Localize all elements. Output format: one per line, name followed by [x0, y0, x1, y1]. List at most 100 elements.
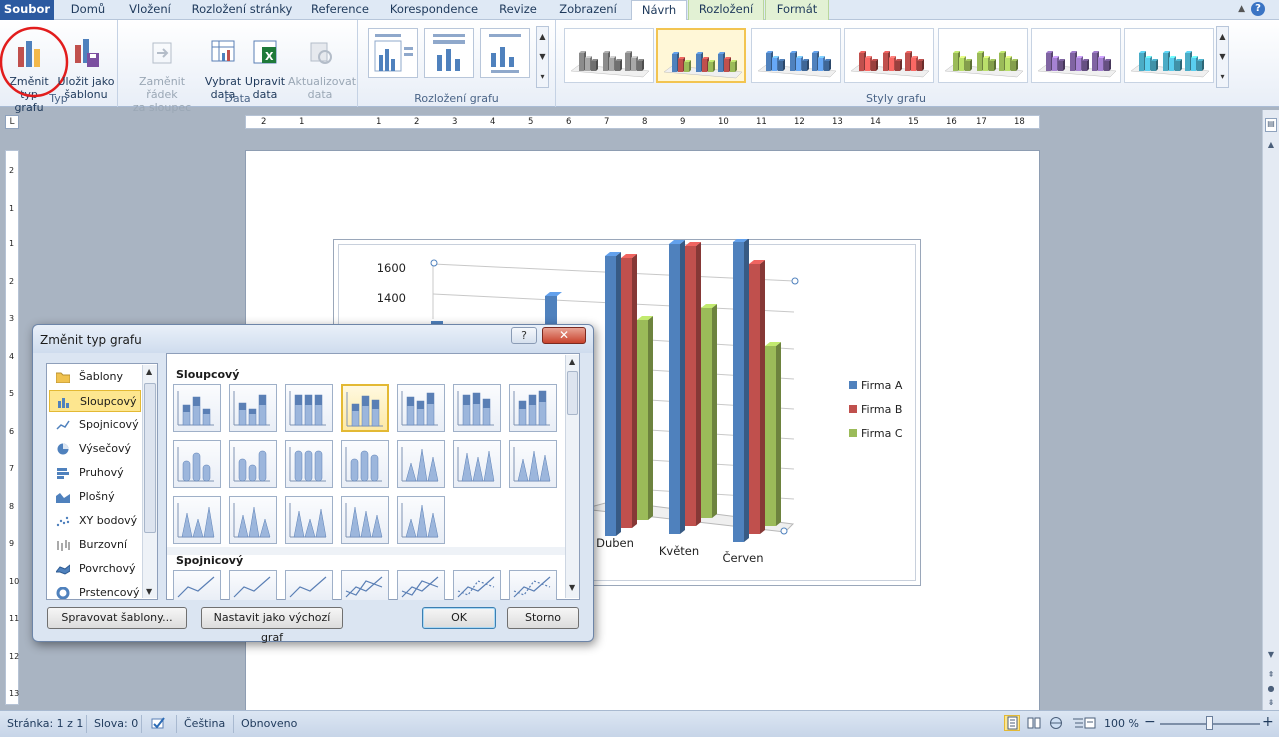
vertical-scrollbar[interactable]: ▤ ▲ ▼ ⇞ ● ⇟ [1262, 110, 1279, 710]
chart-type-list-scrollbar[interactable]: ▲ ▼ [142, 365, 157, 598]
zoom-slider-thumb[interactable] [1206, 716, 1213, 730]
tab-home[interactable]: Domů [60, 0, 116, 20]
save-as-template-button[interactable]: Uložit jako šablonu [56, 22, 116, 101]
gallery-down-icon[interactable]: ▼ [537, 47, 548, 67]
line-subtype-6[interactable] [453, 570, 501, 600]
chart-subtype-1[interactable] [173, 384, 221, 432]
refresh-data-button[interactable]: Aktualizovat data [288, 22, 356, 101]
scroll-up-icon[interactable]: ▲ [1265, 140, 1277, 154]
dialog-close-button[interactable]: ✕ [542, 327, 586, 344]
chart-bar[interactable] [733, 242, 744, 542]
set-default-chart-button[interactable]: Nastavit jako výchozí graf [201, 607, 343, 644]
chart-style-5[interactable] [938, 28, 1028, 83]
chart-subtype-16[interactable] [229, 496, 277, 544]
ok-button[interactable]: OK [422, 607, 496, 629]
ruler-toggle-icon[interactable]: ▤ [1265, 118, 1277, 132]
chart-selection-handle[interactable] [430, 259, 438, 267]
line-subtype-7[interactable] [509, 570, 557, 600]
chart-subtype-3[interactable] [285, 384, 333, 432]
tab-file[interactable]: Soubor [0, 0, 54, 20]
chart-type-surface[interactable]: Povrchový [49, 558, 141, 580]
vertical-ruler[interactable]: 2 1 1 2 3 4 5 6 7 8 9 10 11 12 13 [5, 150, 19, 705]
page-count[interactable]: Stránka: 1 z 1 [7, 717, 83, 730]
dialog-titlebar[interactable]: Změnit typ grafu ? ✕ [33, 325, 593, 353]
gallery-more-icon[interactable]: ▾ [537, 67, 548, 87]
chart-type-area[interactable]: Plošný [49, 486, 141, 508]
print-layout-view-icon[interactable] [1004, 715, 1020, 731]
tab-mailings[interactable]: Korespondence [382, 0, 486, 20]
chart-subtype-15[interactable] [173, 496, 221, 544]
chart-type-templates[interactable]: Šablony [49, 366, 141, 388]
proofing-icon[interactable] [150, 716, 168, 732]
chart-selection-handle[interactable] [791, 277, 799, 285]
dialog-help-button[interactable]: ? [511, 327, 537, 344]
chart-subtype-19[interactable] [397, 496, 445, 544]
chart-layout-1[interactable] [368, 28, 418, 78]
line-subtype-4[interactable] [341, 570, 389, 600]
scroll-thumb[interactable] [567, 371, 578, 415]
browse-object-icon[interactable]: ● [1265, 684, 1277, 698]
chart-bar[interactable] [685, 246, 696, 526]
gallery-up-icon[interactable]: ▲ [1217, 27, 1228, 47]
chart-type-stock[interactable]: Burzovní [49, 534, 141, 556]
chart-subtype-2[interactable] [229, 384, 277, 432]
zoom-in-button[interactable]: + [1262, 714, 1274, 730]
chart-bar[interactable] [765, 346, 776, 526]
web-layout-view-icon[interactable] [1048, 715, 1064, 731]
chart-layout-3[interactable] [480, 28, 530, 78]
chart-subtype-17[interactable] [285, 496, 333, 544]
chart-bar[interactable] [605, 256, 616, 536]
tab-page-layout[interactable]: Rozložení stránky [186, 0, 298, 20]
chart-type-column[interactable]: Sloupcový [49, 390, 141, 412]
chart-selection-handle[interactable] [780, 527, 788, 535]
manage-templates-button[interactable]: Spravovat šablony... [47, 607, 187, 629]
scroll-up-icon[interactable]: ▲ [146, 367, 152, 376]
tab-view[interactable]: Zobrazení [550, 0, 626, 20]
chart-type-pie[interactable]: Výsečový [49, 438, 141, 460]
chart-style-1[interactable] [564, 28, 654, 83]
chart-style-3[interactable] [751, 28, 841, 83]
tab-format[interactable]: Formát [765, 0, 829, 20]
edit-data-button[interactable]: X Upravit data [244, 22, 286, 101]
chart-style-6[interactable] [1031, 28, 1121, 83]
line-subtype-5[interactable] [397, 570, 445, 600]
chart-type-xy-scatter[interactable]: XY bodový [49, 510, 141, 532]
chart-bar[interactable] [701, 308, 712, 518]
tab-review[interactable]: Revize [492, 0, 544, 20]
chart-subtype-9[interactable] [229, 440, 277, 488]
horizontal-ruler[interactable]: 2 1 1 2 3 4 5 6 7 8 9 10 11 12 13 14 15 16 17 18 [245, 115, 1040, 129]
line-subtype-3[interactable] [285, 570, 333, 600]
gallery-more-icon[interactable]: ▾ [1217, 67, 1228, 87]
language-indicator[interactable]: Čeština [184, 717, 225, 730]
tab-layout[interactable]: Rozložení [688, 0, 764, 20]
tab-references[interactable]: Reference [304, 0, 376, 20]
tab-design[interactable]: Návrh [631, 0, 687, 21]
chart-subtype-18[interactable] [341, 496, 389, 544]
chart-subtype-4[interactable] [341, 384, 389, 432]
draft-view-icon[interactable] [1082, 715, 1098, 731]
chart-style-7[interactable] [1124, 28, 1214, 83]
chart-subtype-12[interactable] [397, 440, 445, 488]
chart-type-doughnut[interactable]: Prstencový [49, 582, 141, 604]
chart-subtype-gallery-scrollbar[interactable]: ▲ ▼ [565, 355, 579, 598]
chart-type-line[interactable]: Spojnicový [49, 414, 141, 436]
scroll-up-icon[interactable]: ▲ [569, 357, 575, 366]
chart-bar[interactable] [637, 320, 648, 520]
chart-subtype-14[interactable] [509, 440, 557, 488]
gallery-down-icon[interactable]: ▼ [1217, 47, 1228, 67]
cancel-button[interactable]: Storno [507, 607, 579, 629]
chart-subtype-8[interactable] [173, 440, 221, 488]
styles-gallery-scroll[interactable]: ▲ ▼ ▾ [1216, 26, 1229, 88]
line-subtype-2[interactable] [229, 570, 277, 600]
gallery-up-icon[interactable]: ▲ [537, 27, 548, 47]
chart-bar[interactable] [621, 258, 632, 528]
scroll-down-icon[interactable]: ▼ [146, 587, 152, 596]
chart-subtype-6[interactable] [453, 384, 501, 432]
chart-bar[interactable] [669, 244, 680, 534]
scroll-down-icon[interactable]: ▼ [1265, 650, 1277, 664]
chart-subtype-7[interactable] [509, 384, 557, 432]
chart-subtype-11[interactable] [341, 440, 389, 488]
chart-subtype-5[interactable] [397, 384, 445, 432]
chart-type-bar[interactable]: Pruhový [49, 462, 141, 484]
previous-page-icon[interactable]: ⇞ [1265, 670, 1277, 684]
